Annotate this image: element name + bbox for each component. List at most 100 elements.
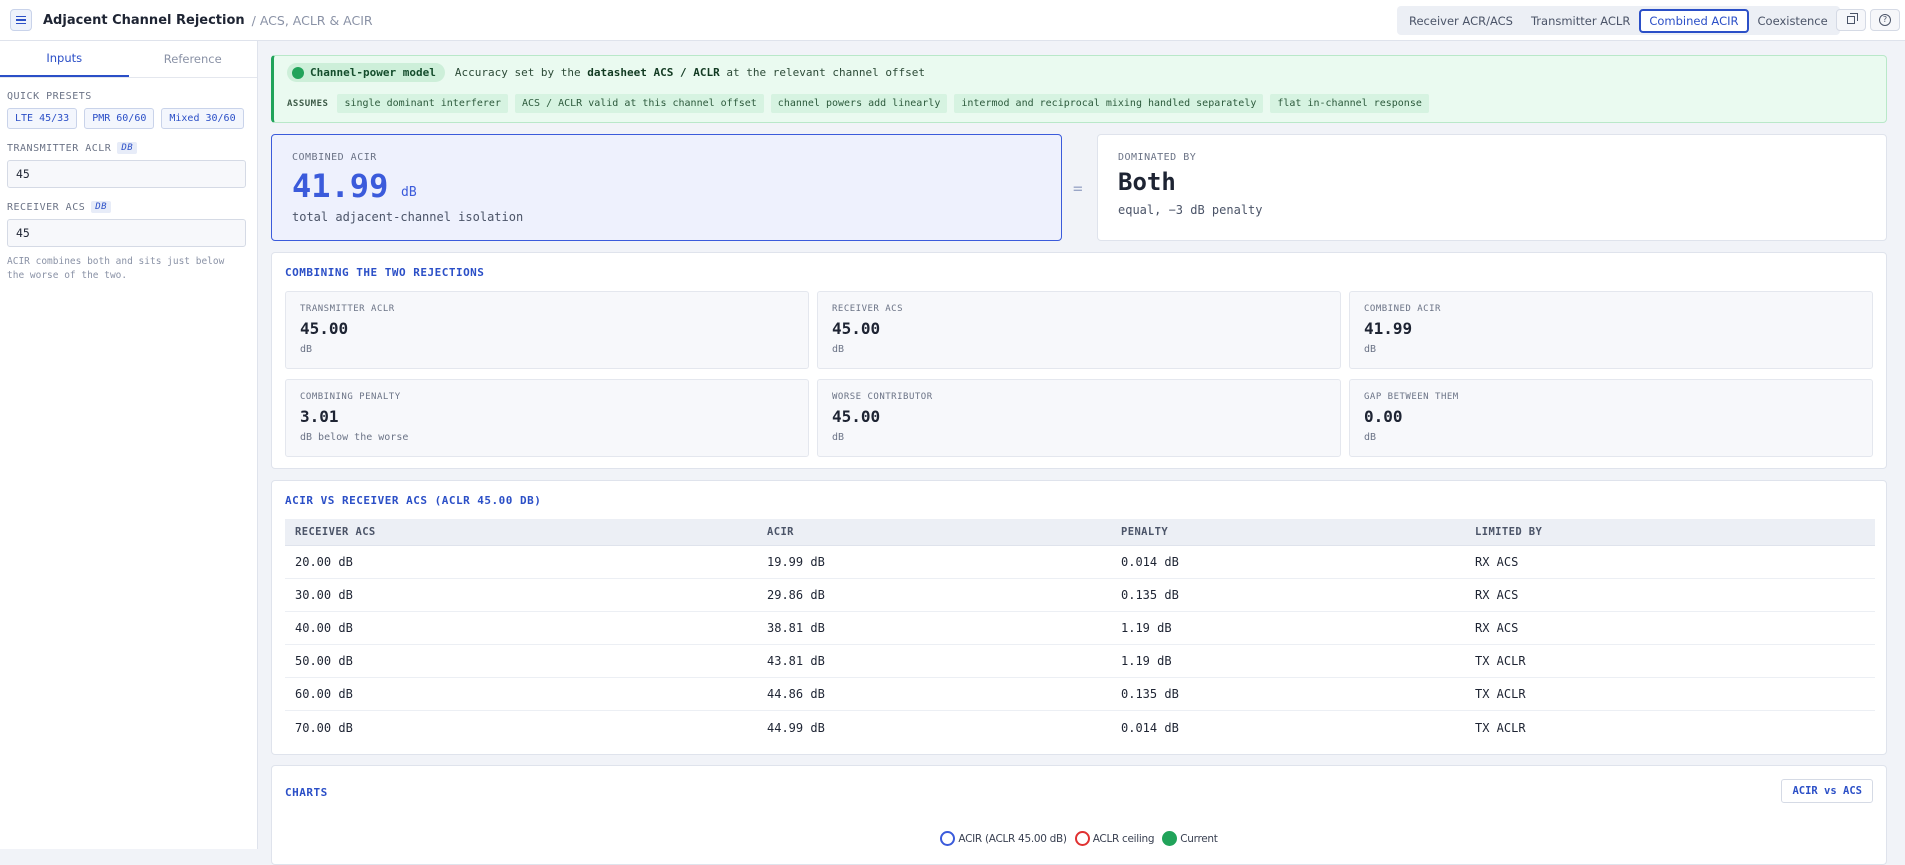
table-row: 50.00 dB 43.81 dB 1.19 dB TX ACLR xyxy=(285,645,1875,678)
assumption-chip: flat in-channel response xyxy=(1270,94,1429,113)
table-row: 70.00 dB 44.99 dB 0.014 dB TX ACLR xyxy=(285,711,1875,744)
assumes-label: ASSUMES xyxy=(287,98,329,109)
rx-acs-label-text: RECEIVER ACS xyxy=(7,201,86,213)
combined-acir-unit: dB xyxy=(401,185,417,200)
table-cell: 43.81 dB xyxy=(767,654,825,668)
acir-table: RECEIVER ACS ACIR PENALTY LIMITED BY 20.… xyxy=(285,519,1875,744)
model-pill: Channel-power model xyxy=(287,63,445,82)
table-cell: 1.19 dB xyxy=(1121,654,1172,668)
table-cell: 30.00 dB xyxy=(295,588,353,602)
legend-item-acir[interactable]: ACIR (ACLR 45.00 dB) xyxy=(940,831,1067,846)
tab-transmitter-aclr[interactable]: Transmitter ACLR xyxy=(1522,9,1639,33)
banner-text-bold: datasheet ACS / ACLR xyxy=(587,66,720,79)
tx-aclr-input[interactable]: 45 xyxy=(7,160,246,188)
tx-aclr-label: TRANSMITTER ACLR DB xyxy=(7,142,250,154)
rx-acs-input[interactable]: 45 xyxy=(7,219,246,247)
metric-card: RECEIVER ACS 45.00 dB xyxy=(817,291,1341,369)
tab-combined-acir[interactable]: Combined ACIR xyxy=(1639,8,1749,33)
sidebar-tab-inputs[interactable]: Inputs xyxy=(0,41,129,77)
help-icon: ? xyxy=(1879,14,1891,26)
copy-icon xyxy=(1847,13,1858,24)
preset-lte[interactable]: LTE 45/33 xyxy=(7,108,78,129)
legend-swatch-current xyxy=(1162,831,1178,846)
tab-coexistence[interactable]: Coexistence xyxy=(1749,9,1837,33)
legend-item-current[interactable]: Current xyxy=(1162,831,1218,846)
table-row: 20.00 dB 19.99 dB 0.014 dB RX ACS xyxy=(285,546,1875,579)
table-cell: 0.014 dB xyxy=(1121,555,1179,569)
sidebar-note: ACIR combines both and sits just below t… xyxy=(7,256,225,281)
preset-mixed[interactable]: Mixed 30/60 xyxy=(161,108,244,129)
legend-swatch-aclr-ceiling xyxy=(1074,831,1090,846)
sidebar-tabs: Inputs Reference xyxy=(0,41,257,78)
main-scrollbar[interactable] xyxy=(1891,41,1905,849)
table-cell: TX ACLR xyxy=(1475,687,1526,701)
metric-label: WORSE CONTRIBUTOR xyxy=(832,392,933,402)
dominated-by-value: Both xyxy=(1118,168,1176,196)
banner-text-pre: Accuracy set by the xyxy=(454,66,588,79)
assumption-chip: intermod and reciprocal mixing handled s… xyxy=(954,94,1264,113)
presets-label: QUICK PRESETS xyxy=(7,91,92,102)
charts-title: CHARTS xyxy=(285,786,328,799)
legend-swatch-acir xyxy=(940,831,956,846)
metric-label: RECEIVER ACS xyxy=(832,304,904,314)
column-header: PENALTY xyxy=(1121,526,1169,538)
acir-table-panel: ACIR VS RECEIVER ACS (ACLR 45.00 DB) REC… xyxy=(271,480,1887,755)
legend-item-aclr-ceiling[interactable]: ACLR ceiling xyxy=(1074,831,1155,846)
help-button[interactable]: ? xyxy=(1870,9,1900,31)
main-content: Channel-power model Accuracy set by the … xyxy=(258,41,1905,865)
metric-value: 45.00 xyxy=(300,319,349,338)
table-cell: 0.135 dB xyxy=(1121,687,1179,701)
table-row: 60.00 dB 44.86 dB 0.135 dB TX ACLR xyxy=(285,678,1875,711)
preset-pmr[interactable]: PMR 60/60 xyxy=(84,108,155,129)
chart-select-button[interactable]: ACIR vs ACS xyxy=(1781,779,1873,803)
banner-text-post: at the relevant channel offset xyxy=(719,66,926,79)
assumption-chip: ACS / ACLR valid at this channel offset xyxy=(514,94,764,113)
metric-unit: dB below the worse xyxy=(300,432,409,443)
table-cell: 38.81 dB xyxy=(767,621,825,635)
rx-acs-unit: DB xyxy=(91,201,112,213)
combined-acir-card: COMBINED ACIR 41.99 dB total adjacent-ch… xyxy=(271,134,1062,241)
preset-group: LTE 45/33 PMR 60/60 Mixed 30/60 xyxy=(7,108,250,129)
charts-panel: CHARTS ACIR vs ACS ACIR (ACLR 45.00 dB) … xyxy=(271,765,1887,865)
metric-label: COMBINED ACIR xyxy=(1364,304,1441,314)
metric-label: COMBINING PENALTY xyxy=(300,392,401,402)
dominated-by-label: DOMINATED BY xyxy=(1118,152,1197,163)
metric-card: COMBINED ACIR 41.99 dB xyxy=(1349,291,1873,369)
table-cell: 20.00 dB xyxy=(295,555,353,569)
legend-label: ACLR ceiling xyxy=(1092,832,1155,845)
app-subtitle: / ACS, ACLR & ACIR xyxy=(251,12,373,28)
metric-card: WORSE CONTRIBUTOR 45.00 dB xyxy=(817,379,1341,457)
metric-value: 45.00 xyxy=(832,407,881,426)
metric-value: 45.00 xyxy=(832,319,881,338)
menu-icon[interactable] xyxy=(10,9,32,31)
combining-title: COMBINING THE TWO REJECTIONS xyxy=(285,266,485,279)
metric-value: 3.01 xyxy=(300,407,339,426)
app-title: Adjacent Channel Rejection xyxy=(43,12,245,28)
tab-receiver-acr-acs[interactable]: Receiver ACR/ACS xyxy=(1400,9,1522,33)
column-header: RECEIVER ACS xyxy=(295,526,376,538)
model-name: Channel-power model xyxy=(310,66,436,79)
table-cell: 19.99 dB xyxy=(767,555,825,569)
rx-acs-label: RECEIVER ACS DB xyxy=(7,201,250,213)
sidebar-tab-reference[interactable]: Reference xyxy=(129,41,258,77)
assumption-chip: single dominant interferer xyxy=(337,94,508,113)
combined-acir-desc: total adjacent-channel isolation xyxy=(292,210,524,224)
metric-label: GAP BETWEEN THEM xyxy=(1364,392,1459,402)
table-header: RECEIVER ACS ACIR PENALTY LIMITED BY xyxy=(285,519,1875,546)
copy-button[interactable] xyxy=(1836,9,1866,31)
acir-table-title: ACIR VS RECEIVER ACS (ACLR 45.00 DB) xyxy=(285,494,542,507)
combined-acir-value: 41.99 xyxy=(292,167,389,205)
metric-label: TRANSMITTER ACLR xyxy=(300,304,395,314)
table-cell: 50.00 dB xyxy=(295,654,353,668)
metric-unit: dB xyxy=(832,432,845,443)
view-tabs: Receiver ACR/ACS Transmitter ACLR Combin… xyxy=(1397,6,1840,35)
combining-panel: COMBINING THE TWO REJECTIONS TRANSMITTER… xyxy=(271,252,1887,469)
chart-legend: ACIR (ACLR 45.00 dB) ACLR ceiling Curren… xyxy=(272,831,1886,846)
tx-aclr-unit: DB xyxy=(117,142,138,154)
table-cell: RX ACS xyxy=(1475,555,1519,569)
metric-card: GAP BETWEEN THEM 0.00 dB xyxy=(1349,379,1873,457)
dominated-by-desc: equal, −3 dB penalty xyxy=(1118,203,1263,217)
table-cell: TX ACLR xyxy=(1475,654,1526,668)
table-cell: RX ACS xyxy=(1475,621,1519,635)
metric-unit: dB xyxy=(1364,432,1377,443)
